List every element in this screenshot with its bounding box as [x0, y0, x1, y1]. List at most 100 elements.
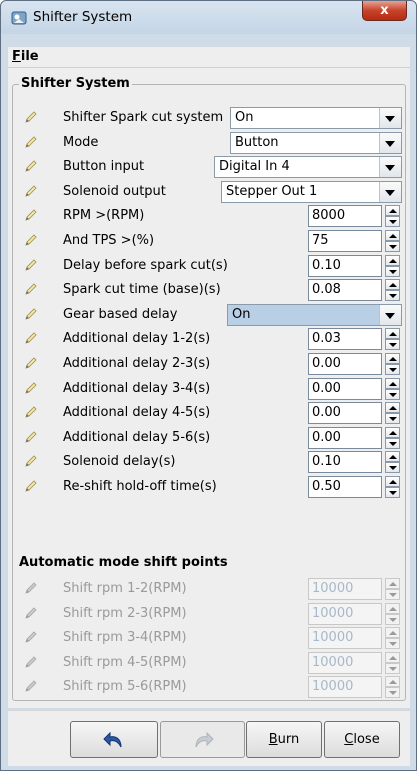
menu-bar: File [8, 47, 410, 68]
increment-button[interactable] [385, 476, 400, 487]
close-button[interactable]: Close [324, 721, 400, 758]
chevron-down-icon[interactable] [379, 157, 401, 178]
auto-shift-row: Shift rpm 5-6(RPM) 10000 [8, 675, 410, 699]
chevron-down-icon[interactable] [379, 108, 401, 128]
increment-button[interactable] [385, 353, 400, 364]
increment-button[interactable] [385, 377, 400, 389]
increment-button[interactable] [385, 279, 400, 291]
value-input[interactable]: 75 [308, 230, 382, 252]
setting-row: Spark cut time (base)(s) 0.08 [8, 278, 410, 302]
value-input[interactable]: 0.00 [308, 402, 382, 425]
chevron-down-icon[interactable] [379, 304, 401, 325]
pencil-icon [25, 656, 37, 668]
chevron-down-icon[interactable] [379, 132, 401, 153]
setting-row: Solenoid delay(s) 0.10 [8, 450, 410, 474]
value-spinner[interactable]: 0.08 [308, 279, 402, 302]
auto-section-title: Automatic mode shift points [19, 555, 228, 570]
decrement-button[interactable] [385, 487, 400, 498]
value-input[interactable]: 0.00 [308, 426, 382, 449]
value-input[interactable]: 0.00 [308, 377, 382, 400]
pencil-icon [25, 431, 37, 443]
value-input[interactable]: 0.00 [308, 353, 382, 375]
value-spinner[interactable]: 0.10 [308, 451, 402, 474]
setting-dropdown[interactable]: On [227, 303, 402, 326]
setting-row: Mode Button [8, 131, 410, 155]
value-spinner[interactable]: 0.00 [308, 426, 402, 449]
pencil-icon [25, 234, 37, 246]
increment-button[interactable] [385, 205, 400, 217]
decrement-button[interactable] [385, 216, 400, 228]
increment-button [385, 676, 400, 688]
decrement-button[interactable] [385, 339, 400, 351]
value-input[interactable]: 0.08 [308, 279, 382, 302]
value-spinner[interactable]: 10000 [308, 602, 402, 625]
pencil-icon [25, 332, 37, 345]
value-input[interactable]: 0.50 [308, 476, 382, 498]
decrement-button[interactable] [385, 437, 400, 449]
setting-row: And TPS >(%) 75 [8, 229, 410, 253]
increment-button[interactable] [385, 402, 400, 414]
setting-label: Spark cut time (base)(s) [63, 282, 221, 298]
value-spinner[interactable]: 0.00 [308, 402, 402, 425]
increment-button[interactable] [385, 328, 400, 340]
pencil-icon [25, 185, 37, 197]
value-spinner[interactable]: 0.00 [308, 353, 402, 375]
redo-button[interactable] [160, 721, 245, 758]
decrement-button[interactable] [385, 265, 400, 277]
value-spinner[interactable]: 0.00 [308, 377, 402, 400]
pencil-icon [25, 382, 37, 394]
setting-dropdown[interactable]: Button [230, 131, 402, 154]
close-mnemonic: C [344, 732, 354, 747]
value-spinner[interactable]: 75 [308, 230, 402, 252]
pencil-icon [25, 160, 37, 172]
decrement-button [385, 638, 400, 650]
title-bar[interactable]: Shifter System x [1, 1, 416, 34]
value-spinner[interactable]: 8000 [308, 205, 402, 228]
close-icon: x [380, 3, 389, 18]
decrement-button[interactable] [385, 364, 400, 375]
setting-label: Additional delay 3-4(s) [63, 380, 211, 396]
decrement-button[interactable] [385, 413, 400, 425]
increment-button[interactable] [385, 230, 400, 241]
value-input[interactable]: 0.10 [308, 254, 382, 277]
setting-label: Gear based delay [63, 306, 178, 322]
decrement-button [385, 687, 400, 699]
value-spinner[interactable]: 0.10 [308, 254, 402, 277]
value-input[interactable]: 8000 [308, 205, 382, 228]
value-input[interactable]: 0.03 [308, 328, 382, 351]
value-spinner[interactable]: 0.03 [308, 328, 402, 351]
setting-label: Solenoid output [63, 183, 166, 199]
menu-file[interactable]: File [12, 49, 39, 64]
close-window-button[interactable]: x [362, 1, 407, 21]
setting-dropdown[interactable]: Stepper Out 1 [221, 180, 402, 203]
pencil-icon [25, 357, 37, 369]
chevron-down-icon[interactable] [379, 181, 401, 202]
increment-button[interactable] [385, 451, 400, 463]
setting-row: Button input Digital In 4 [8, 155, 410, 179]
decrement-button[interactable] [385, 388, 400, 400]
auto-shift-row: Shift rpm 1-2(RPM) 10000 [8, 577, 410, 601]
pencil-icon [25, 680, 37, 693]
value-spinner[interactable]: 10000 [308, 651, 402, 674]
value-spinner[interactable]: 0.50 [308, 476, 402, 498]
decrement-button[interactable] [385, 241, 400, 252]
setting-label: Additional delay 1-2(s) [63, 331, 211, 347]
decrement-button[interactable] [385, 290, 400, 302]
undo-button[interactable] [70, 721, 158, 758]
burn-button[interactable]: Burn [246, 721, 322, 758]
value-spinner[interactable]: 10000 [308, 627, 402, 650]
setting-row: Re-shift hold-off time(s) 0.50 [8, 475, 410, 499]
value-input[interactable]: 0.10 [308, 451, 382, 474]
dialog-window: Shifter System x File Shifter System Shi… [0, 0, 417, 771]
decrement-button[interactable] [385, 462, 400, 474]
setting-label: Shifter Spark cut system [63, 110, 224, 125]
increment-button[interactable] [385, 254, 400, 266]
setting-dropdown[interactable]: On [230, 107, 402, 129]
value-spinner[interactable]: 10000 [308, 578, 402, 600]
dropdown-value: On [232, 306, 251, 322]
setting-row: Additional delay 2-3(s) 0.00 [8, 352, 410, 376]
setting-dropdown[interactable]: Digital In 4 [214, 156, 402, 179]
burn-mnemonic: B [268, 732, 278, 747]
value-spinner[interactable]: 10000 [308, 676, 402, 699]
increment-button[interactable] [385, 426, 400, 438]
